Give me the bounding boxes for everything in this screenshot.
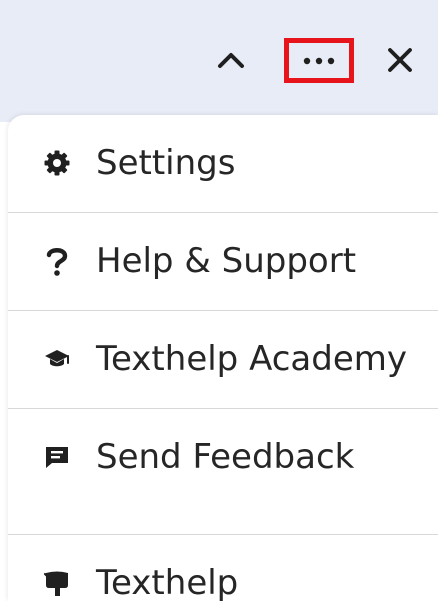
menu-item-send-feedback[interactable]: Send Feedback (8, 409, 438, 505)
more-icon (302, 56, 336, 66)
menu-item-settings[interactable]: Settings (8, 115, 438, 211)
more-options-button[interactable] (284, 38, 354, 83)
gear-icon (42, 148, 72, 178)
menu-item-label-texthelp-academy: Texthelp Academy (96, 339, 407, 379)
menu-item-texthelp-academy[interactable]: Texthelp Academy (8, 311, 438, 407)
menu-item-label-send-feedback: Send Feedback (96, 437, 355, 477)
feedback-message-icon (42, 442, 72, 472)
options-menu: Settings Help & Support Texthelp Academy… (8, 115, 438, 601)
graduation-cap-icon (42, 344, 72, 374)
texthelp-logo-icon (42, 568, 72, 598)
menu-item-help-support[interactable]: Help & Support (8, 213, 438, 309)
texthelp-panel: Settings Help & Support Texthelp Academy… (0, 0, 438, 601)
close-button[interactable] (377, 40, 423, 80)
menu-item-texthelp[interactable]: Texthelp (8, 535, 438, 601)
panel-toolbar (0, 0, 438, 122)
menu-item-label-settings: Settings (96, 143, 236, 183)
menu-item-label-help-support: Help & Support (96, 241, 357, 281)
menu-item-label-texthelp: Texthelp (96, 563, 239, 601)
chevron-up-icon (217, 50, 245, 70)
close-icon (386, 46, 414, 74)
question-icon (42, 246, 72, 276)
collapse-button[interactable] (211, 40, 251, 80)
